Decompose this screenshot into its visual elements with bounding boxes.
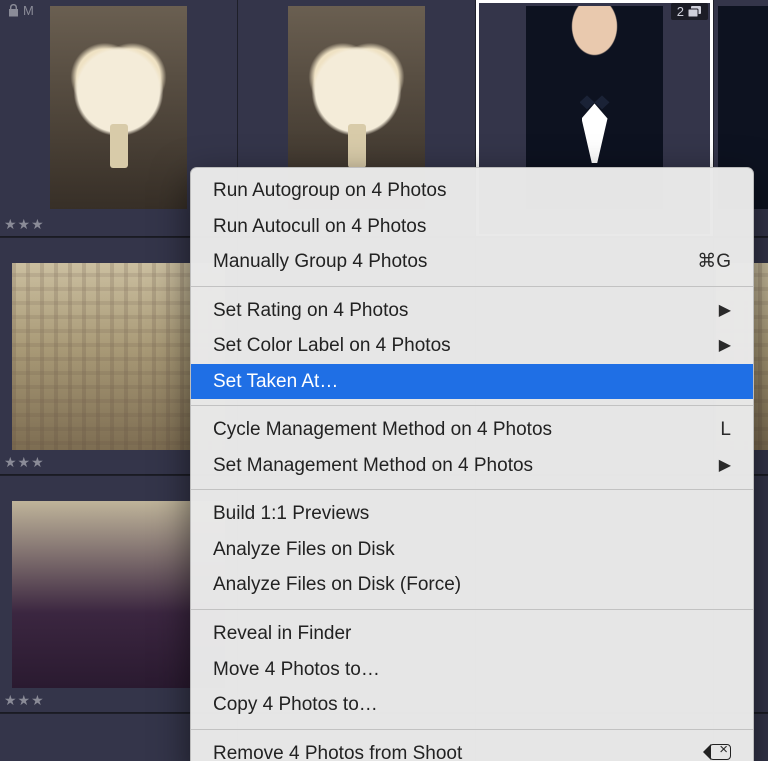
menu-separator: [191, 729, 753, 730]
rating-stars: ★★★: [4, 692, 45, 709]
menu-label: Set Management Method on 4 Photos: [213, 452, 533, 480]
rating-stars: ★★★: [4, 454, 45, 471]
menu-item-build-previews[interactable]: Build 1:1 Previews: [191, 496, 753, 532]
menu-item-set-taken-at[interactable]: Set Taken At…: [191, 364, 753, 400]
menu-label: Copy 4 Photos to…: [213, 691, 378, 719]
menu-item-reveal-finder[interactable]: Reveal in Finder: [191, 616, 753, 652]
menu-item-cycle-management[interactable]: Cycle Management Method on 4 Photos L: [191, 412, 753, 448]
menu-item-remove-photos[interactable]: Remove 4 Photos from Shoot: [191, 736, 753, 761]
menu-separator: [191, 489, 753, 490]
menu-shortcut: ⌘G: [677, 248, 731, 276]
submenu-chevron-icon: ▶: [699, 299, 731, 322]
menu-item-set-color-label[interactable]: Set Color Label on 4 Photos ▶: [191, 328, 753, 364]
menu-shortcut: L: [700, 416, 731, 444]
stack-badge: 2: [671, 3, 708, 20]
menu-item-analyze-files-force[interactable]: Analyze Files on Disk (Force): [191, 567, 753, 603]
context-menu: Run Autogroup on 4 Photos Run Autocull o…: [190, 167, 754, 761]
menu-label: Manually Group 4 Photos: [213, 248, 427, 276]
submenu-chevron-icon: ▶: [699, 334, 731, 357]
menu-label: Analyze Files on Disk (Force): [213, 571, 461, 599]
menu-label: Set Rating on 4 Photos: [213, 297, 408, 325]
menu-label: Move 4 Photos to…: [213, 656, 380, 684]
menu-label: Set Taken At…: [213, 368, 338, 396]
menu-label: Build 1:1 Previews: [213, 500, 369, 528]
menu-item-set-management[interactable]: Set Management Method on 4 Photos ▶: [191, 448, 753, 484]
menu-label: Remove 4 Photos from Shoot: [213, 740, 462, 761]
menu-item-move-photos[interactable]: Move 4 Photos to…: [191, 652, 753, 688]
menu-label: Run Autocull on 4 Photos: [213, 213, 426, 241]
menu-item-set-rating[interactable]: Set Rating on 4 Photos ▶: [191, 293, 753, 329]
menu-item-autogroup[interactable]: Run Autogroup on 4 Photos: [191, 173, 753, 209]
submenu-chevron-icon: ▶: [699, 454, 731, 477]
stack-count: 2: [677, 4, 684, 19]
menu-item-autocull[interactable]: Run Autocull on 4 Photos: [191, 209, 753, 245]
cell-badges: M: [8, 3, 34, 18]
thumbnail[interactable]: [50, 6, 187, 209]
delete-icon: [681, 744, 731, 761]
menu-item-analyze-files[interactable]: Analyze Files on Disk: [191, 532, 753, 568]
stack-icon: [688, 6, 702, 18]
menu-separator: [191, 286, 753, 287]
menu-separator: [191, 609, 753, 610]
menu-separator: [191, 405, 753, 406]
menu-label: Reveal in Finder: [213, 620, 351, 648]
lock-icon: [8, 4, 19, 17]
menu-item-copy-photos[interactable]: Copy 4 Photos to…: [191, 687, 753, 723]
menu-label: Run Autogroup on 4 Photos: [213, 177, 446, 205]
marker-label: M: [23, 3, 34, 18]
menu-label: Set Color Label on 4 Photos: [213, 332, 451, 360]
rating-stars: ★★★: [4, 216, 45, 233]
menu-label: Analyze Files on Disk: [213, 536, 395, 564]
menu-label: Cycle Management Method on 4 Photos: [213, 416, 552, 444]
menu-item-manual-group[interactable]: Manually Group 4 Photos ⌘G: [191, 244, 753, 280]
